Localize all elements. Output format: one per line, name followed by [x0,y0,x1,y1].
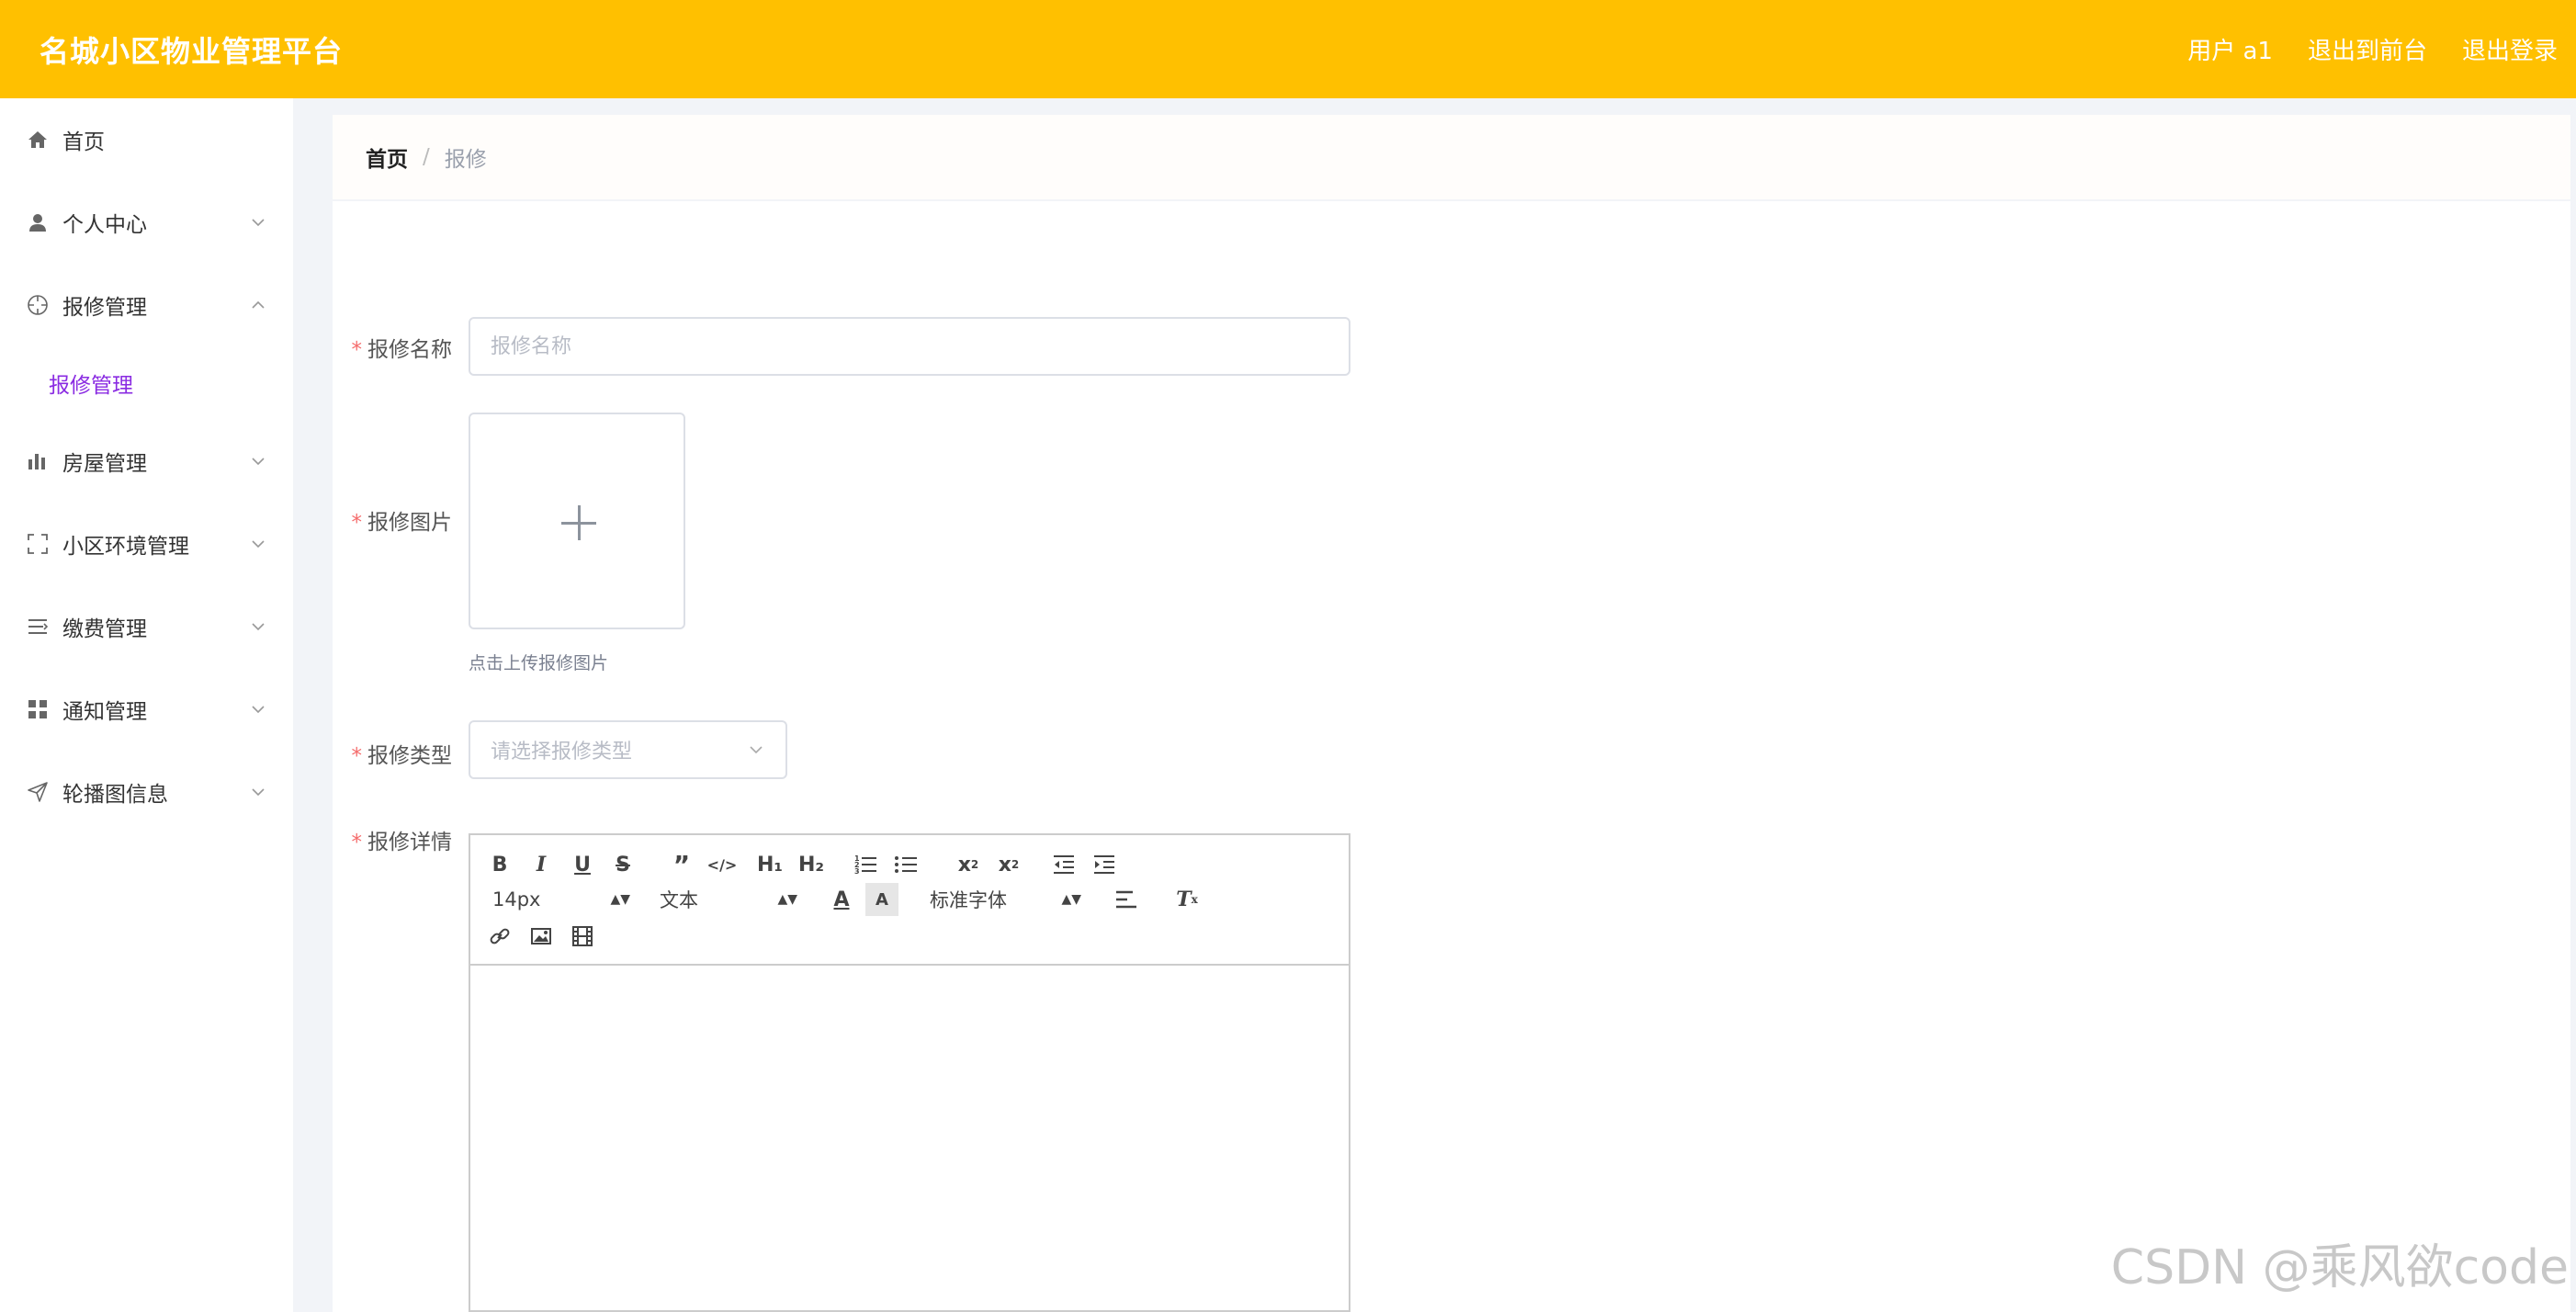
sidebar-item-label: 缴费管理 [62,617,147,641]
clear-format-icon[interactable]: Tx [1170,883,1203,916]
sidebar-item-home[interactable]: 首页 [0,98,293,181]
font-size-value: 14px [492,888,541,910]
chevron-down-icon [252,623,265,631]
sidebar-item-label: 轮播图信息 [62,783,168,807]
chevron-down-icon [252,458,265,466]
background-color-icon[interactable]: A [865,883,898,916]
sidebar: 首页 个人中心 报修管理 报修管理 房屋管理 小区环境管理 缴费管理 通知管理 … [0,98,293,1312]
repair-form: *报修名称 *报修图片 点击上传报修图片 *报修类型 请选择报修类型 *报修详情… [333,201,2570,1312]
list-icon [26,615,50,639]
send-icon [26,780,50,804]
superscript-icon[interactable]: x2 [992,848,1025,881]
editor-content-area[interactable] [470,966,1349,1310]
chevron-up-icon [252,300,265,309]
chevron-down-icon [252,219,265,227]
strikethrough-icon[interactable]: S [606,848,639,881]
logout-link[interactable]: 退出登录 [2462,32,2558,66]
header-2-icon[interactable]: H₂ [795,848,828,881]
repair-type-select[interactable]: 请选择报修类型 [469,720,787,779]
sidebar-item-house-management[interactable]: 房屋管理 [0,420,293,503]
link-icon[interactable] [483,920,516,953]
plus-icon-vertical [578,505,581,540]
repair-name-label: * 报修名称 [333,332,453,363]
outdent-icon[interactable] [1047,848,1080,881]
chevron-down-icon [252,540,265,549]
home-icon [26,128,50,152]
video-icon[interactable] [566,920,599,953]
fullscreen-icon [26,532,50,556]
underline-icon[interactable]: U [566,848,599,881]
sidebar-item-carousel-info[interactable]: 轮播图信息 [0,751,293,833]
code-block-icon[interactable]: </> [706,848,739,881]
sidebar-item-notice-management[interactable]: 通知管理 [0,668,293,751]
sidebar-item-label: 报修管理 [62,296,147,320]
font-family-value: 标准字体 [930,889,1007,911]
grid-icon [26,697,50,721]
indent-icon[interactable] [1088,848,1121,881]
crosshair-icon [26,293,50,317]
align-icon[interactable] [1110,883,1143,916]
chevron-down-icon [252,706,265,714]
repair-type-label-text: 报修类型 [367,744,452,768]
sidebar-item-environment-management[interactable]: 小区环境管理 [0,503,293,585]
breadcrumb-current: 报修 [444,148,487,172]
editor-toolbar: B I U S ” </> H₁ H₂ 123 x2 x2 14px ▲▼ 文本… [470,835,1349,966]
italic-icon[interactable]: I [525,848,558,881]
bold-icon[interactable]: B [483,848,516,881]
header-1-icon[interactable]: H₁ [753,848,786,881]
image-icon[interactable] [525,920,558,953]
app-title: 名城小区物业管理平台 [40,33,344,69]
header-select-value: 文本 [660,889,698,911]
exit-to-front-link[interactable]: 退出到前台 [2308,32,2427,66]
user-name-link[interactable]: 用户 a1 [2187,32,2273,66]
upload-tip: 点击上传报修图片 [469,653,609,673]
select-arrows-icon: ▲▼ [1061,892,1081,907]
sidebar-item-label: 通知管理 [62,700,147,724]
required-mark: * [351,338,363,362]
sidebar-item-label: 个人中心 [62,213,147,237]
rich-text-editor: B I U S ” </> H₁ H₂ 123 x2 x2 14px ▲▼ 文本… [469,833,1350,1312]
breadcrumb: 首页 / 报修 [333,115,2570,199]
sidebar-item-payment-management[interactable]: 缴费管理 [0,585,293,668]
chevron-down-icon [252,788,265,797]
bar-chart-icon [26,449,50,473]
repair-detail-label-text: 报修详情 [367,831,452,854]
repair-name-label-text: 报修名称 [367,338,452,362]
header-actions: 用户 a1 退出到前台 退出登录 [2187,32,2558,66]
user-icon [26,210,50,234]
font-size-select[interactable]: 14px ▲▼ [492,883,630,916]
sidebar-item-label: 房屋管理 [62,452,147,476]
chevron-down-icon [750,746,763,754]
blockquote-icon[interactable]: ” [665,848,698,881]
required-mark: * [351,511,363,535]
select-arrows-icon: ▲▼ [777,892,797,907]
repair-type-label: * 报修类型 [333,738,453,769]
repair-name-input[interactable] [469,317,1350,376]
sidebar-item-label: 小区环境管理 [62,535,189,559]
top-header: 名城小区物业管理平台 用户 a1 退出到前台 退出登录 [0,0,2576,98]
text-color-icon[interactable]: A [825,883,858,916]
ordered-list-icon[interactable]: 123 [849,848,882,881]
header-select[interactable]: 文本 ▲▼ [660,883,797,916]
csdn-watermark: CSDN @乘风欲code [2110,1240,2569,1295]
select-arrows-icon: ▲▼ [610,892,630,907]
image-upload-button[interactable] [469,413,685,629]
main-content: 首页 / 报修 *报修名称 *报修图片 点击上传报修图片 *报修类型 请选择报修… [333,98,2570,1312]
breadcrumb-separator: / [423,145,430,169]
sidebar-item-label: 首页 [62,130,105,154]
sidebar-item-repair-management[interactable]: 报修管理 [0,264,293,346]
required-mark: * [351,831,363,854]
svg-text:3: 3 [854,867,860,876]
breadcrumb-home[interactable]: 首页 [366,141,408,173]
submenu-item-repair-management[interactable]: 报修管理 [0,346,293,420]
font-family-select[interactable]: 标准字体 ▲▼ [930,883,1081,916]
repair-image-label: * 报修图片 [333,504,453,536]
bullet-list-icon[interactable] [889,848,922,881]
sidebar-item-personal-center[interactable]: 个人中心 [0,181,293,264]
repair-image-label-text: 报修图片 [367,511,452,535]
subscript-icon[interactable]: x2 [952,848,985,881]
required-mark: * [351,744,363,768]
repair-detail-label: * 报修详情 [333,824,453,855]
repair-type-placeholder: 请选择报修类型 [491,741,633,763]
